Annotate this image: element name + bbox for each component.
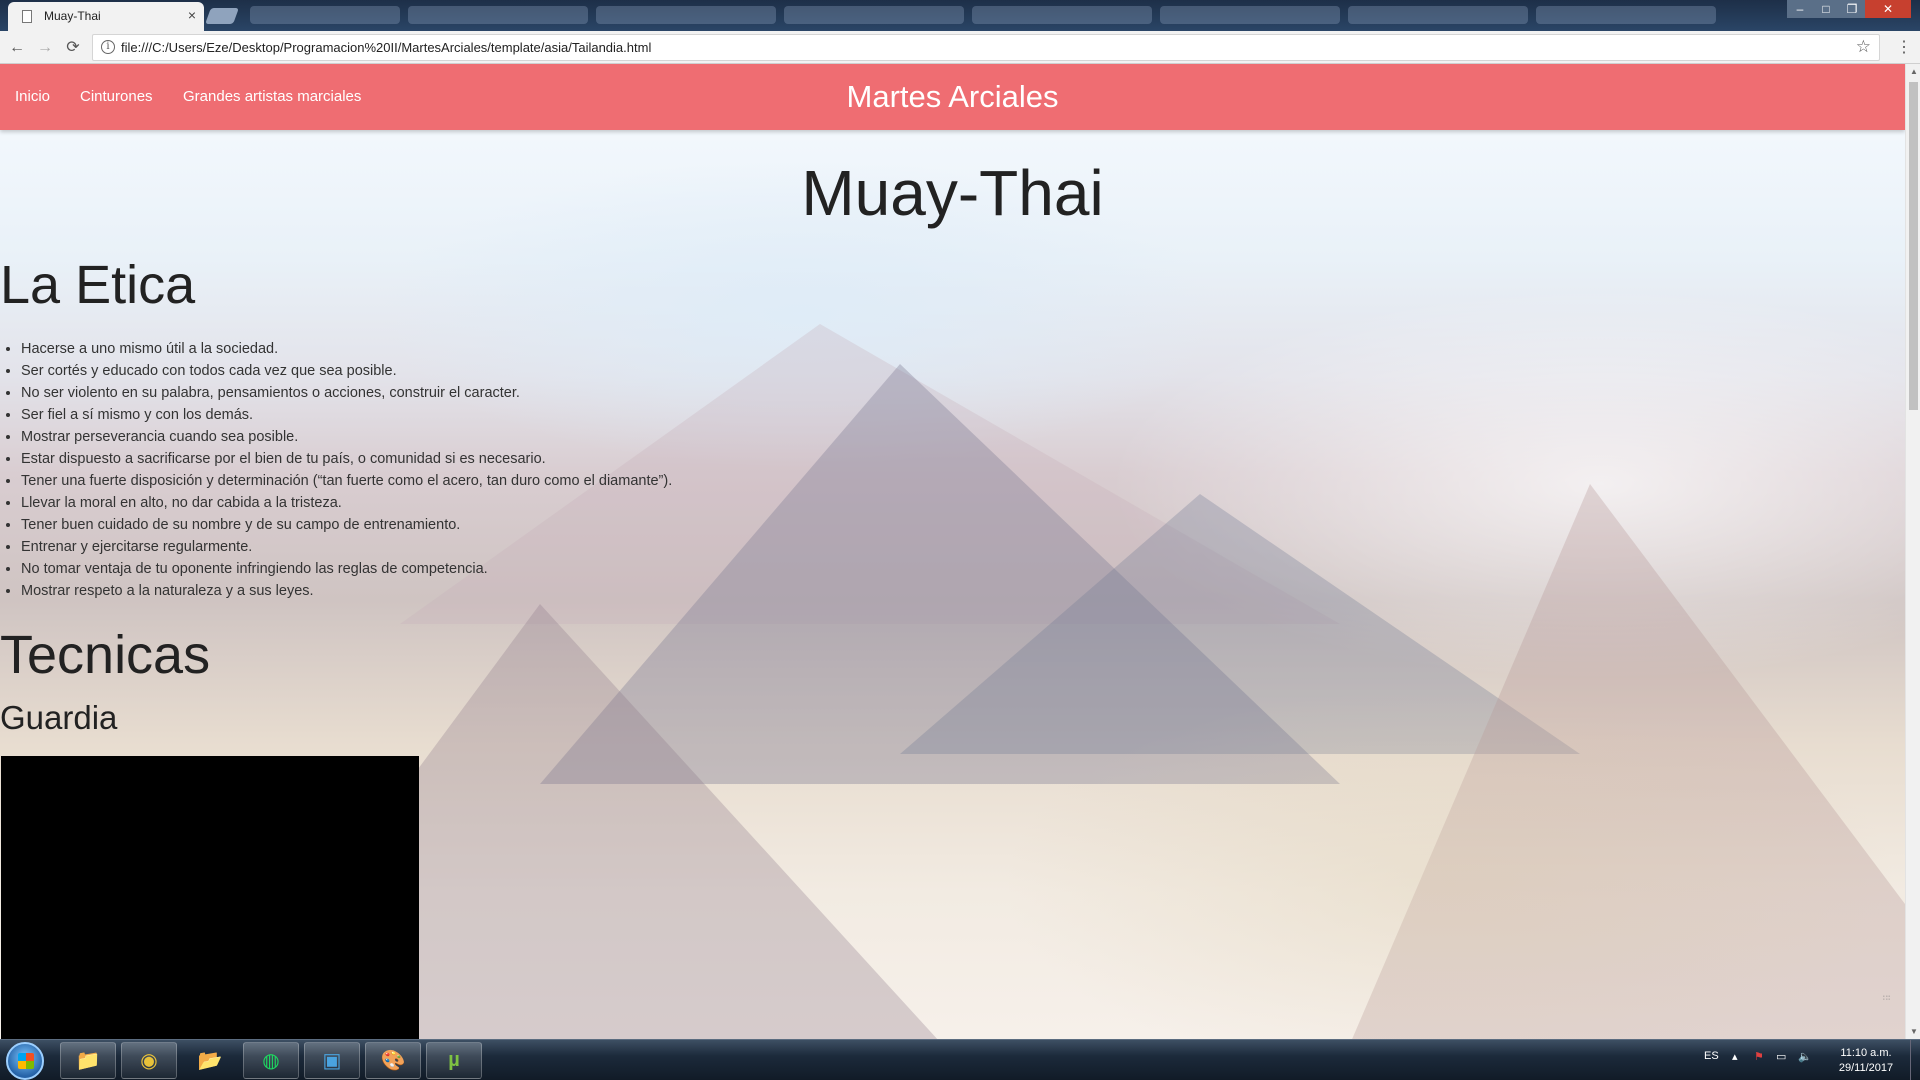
page-title: Muay-Thai (801, 157, 1104, 229)
background-tab[interactable] (408, 6, 588, 24)
background-watermark: ⠿ (1883, 994, 1894, 1002)
window-minimize-button[interactable]: – (1787, 0, 1813, 18)
background-tab[interactable] (250, 6, 400, 24)
browser-toolbar: ← → ⟳ i file:///C:/Users/Eze/Desktop/Pro… (0, 31, 1920, 64)
utorrent-icon[interactable]: µ (426, 1042, 482, 1079)
window-maximize-button[interactable]: □ (1813, 0, 1839, 18)
site-navbar: Inicio Cinturones Grandes artistas marci… (0, 64, 1905, 130)
list-item: No ser violento en su palabra, pensamien… (21, 382, 672, 404)
bookmark-star-icon[interactable]: ☆ (1856, 37, 1871, 57)
background-tab[interactable] (1160, 6, 1340, 24)
background-tab[interactable] (784, 6, 964, 24)
windows-logo-icon (18, 1053, 34, 1069)
list-item: Estar dispuesto a sacrificarse por el bi… (21, 448, 672, 470)
paint-icon[interactable]: 🎨 (365, 1042, 421, 1079)
start-button[interactable] (6, 1042, 44, 1080)
list-item: No tomar ventaja de tu oponente infringi… (21, 558, 672, 580)
new-tab-button[interactable] (205, 8, 239, 24)
background-tab[interactable] (596, 6, 776, 24)
volume-icon[interactable]: 🔈 (1798, 1050, 1812, 1063)
site-info-icon[interactable]: i (101, 40, 115, 54)
window-restore-button[interactable]: ❐ (1839, 0, 1865, 18)
clock[interactable]: 11:10 a.m. 29/11/2017 (1818, 1046, 1914, 1076)
list-item: Mostrar respeto a la naturaleza y a sus … (21, 580, 672, 602)
show-desktop-button[interactable] (1910, 1040, 1920, 1080)
page-icon (22, 10, 32, 23)
tab-title: Muay-Thai (44, 9, 101, 23)
address-bar[interactable]: i file:///C:/Users/Eze/Desktop/Programac… (92, 34, 1880, 61)
techniques-heading: Tecnicas (0, 625, 211, 685)
clock-date: 29/11/2017 (1838, 1062, 1894, 1074)
page-viewport: Inicio Cinturones Grandes artistas marci… (0, 64, 1905, 1039)
browser-tabstrip: Muay-Thai × – □ ❐ ✕ (0, 0, 1920, 31)
forward-icon[interactable]: → (34, 37, 56, 59)
scrollbar-thumb[interactable] (1909, 82, 1918, 410)
background-valley (1000, 684, 1900, 1039)
background-tab[interactable] (1348, 6, 1528, 24)
taskbar: 📁 ◉ 📂 ◍ ▣ 🎨 µ ES ▴ ⚑ ▭ 🔈 11:10 a.m. 29/1… (0, 1039, 1920, 1080)
background-tab[interactable] (972, 6, 1152, 24)
back-icon[interactable]: ← (6, 37, 28, 59)
action-center-flag-icon[interactable]: ⚑ (1754, 1050, 1764, 1063)
file-explorer-icon[interactable]: 📁 (60, 1042, 116, 1079)
address-url[interactable]: file:///C:/Users/Eze/Desktop/Programacio… (121, 40, 651, 55)
list-item: Ser fiel a sí mismo y con los demás. (21, 404, 672, 426)
clock-time: 11:10 a.m. (1840, 1047, 1892, 1059)
window-close-button[interactable]: ✕ (1865, 0, 1911, 18)
list-item: Ser cortés y educado con todos cada vez … (21, 360, 672, 382)
scroll-up-icon[interactable]: ▲ (1910, 67, 1918, 76)
folder-icon[interactable]: 📂 (182, 1042, 238, 1079)
list-item: Mostrar perseverancia cuando sea posible… (21, 426, 672, 448)
screen: Muay-Thai × – □ ❐ ✕ ← → ⟳ i file:///C:/U… (0, 0, 1920, 1080)
sublime-icon[interactable]: ▣ (304, 1042, 360, 1079)
list-item: Hacerse a uno mismo útil a la sociedad. (21, 338, 672, 360)
background-tab[interactable] (1536, 6, 1716, 24)
list-item: Llevar la moral en alto, no dar cabida a… (21, 492, 672, 514)
language-indicator[interactable]: ES (1704, 1050, 1719, 1062)
network-icon[interactable]: ▭ (1776, 1050, 1786, 1063)
site-brand[interactable]: Martes Arciales (0, 79, 1905, 115)
ethics-list: Hacerse a uno mismo útil a la sociedad. … (21, 338, 672, 602)
list-item: Tener una fuerte disposición y determina… (21, 470, 672, 492)
tab-close-icon[interactable]: × (188, 7, 196, 23)
list-item: Tener buen cuidado de su nombre y de su … (21, 514, 672, 536)
chrome-icon[interactable]: ◉ (121, 1042, 177, 1079)
list-item: Entrenar y ejercitarse regularmente. (21, 536, 672, 558)
scroll-down-icon[interactable]: ▼ (1910, 1027, 1918, 1036)
guard-heading: Guardia (0, 699, 118, 736)
browser-menu-icon[interactable]: ⋮ (1896, 37, 1912, 57)
tab-muay-thai[interactable]: Muay-Thai × (8, 2, 204, 31)
tray-expand-icon[interactable]: ▴ (1732, 1050, 1738, 1063)
reload-icon[interactable]: ⟳ (62, 37, 84, 59)
video-player[interactable] (1, 756, 419, 1039)
spotify-icon[interactable]: ◍ (243, 1042, 299, 1079)
page-scrollbar[interactable]: ▲ ▼ (1905, 64, 1920, 1039)
ethics-heading: La Etica (0, 255, 196, 315)
